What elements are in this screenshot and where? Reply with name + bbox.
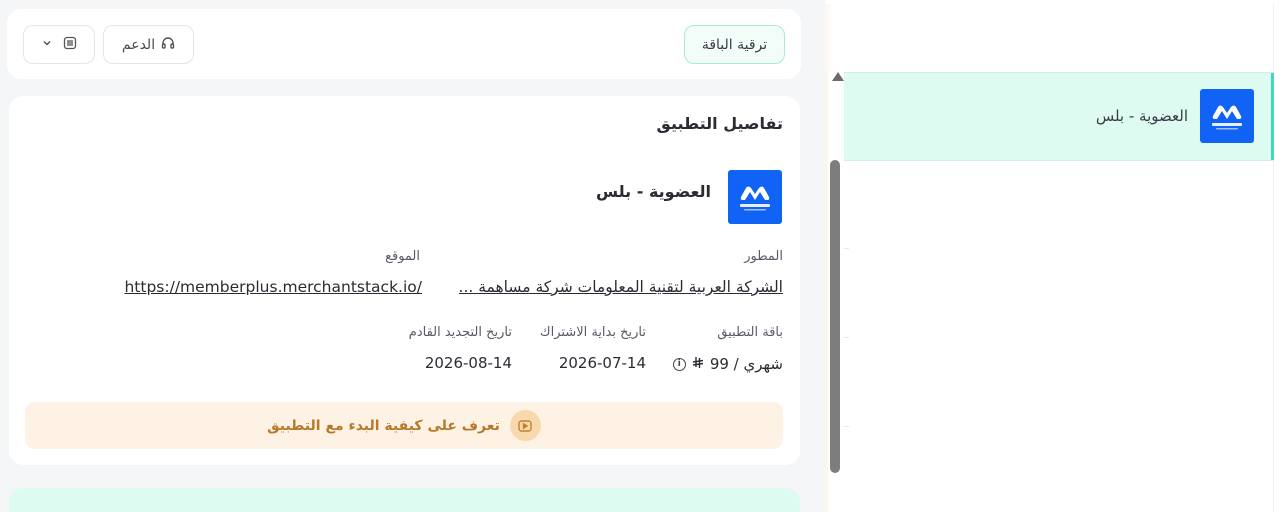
divider xyxy=(844,248,849,249)
member-plus-logo-icon xyxy=(728,170,782,224)
app-name: العضوية - بلس xyxy=(596,182,711,201)
sidebar-item-member-plus[interactable]: العضوية - بلس xyxy=(844,72,1274,161)
website-label: الموقع xyxy=(385,249,420,264)
support-button[interactable]: الدعم xyxy=(103,25,194,64)
top-toolbar: ترقية الباقة الدعم xyxy=(7,9,801,79)
play-video-icon xyxy=(509,410,541,441)
next-renewal-label: تاريخ التجديد القادم xyxy=(408,325,512,340)
developer-label: المطور xyxy=(744,249,783,264)
app-sidebar: العضوية - بلس xyxy=(825,0,1282,512)
subscription-start-date: 2026-07-14 xyxy=(558,354,646,372)
headset-icon xyxy=(161,36,175,54)
next-renewal-date: 2026-08-14 xyxy=(424,354,512,372)
sidebar-header xyxy=(833,4,1274,72)
website-link[interactable]: https://memberplus.merchantstack.io/ xyxy=(124,278,422,296)
riyal-currency-icon xyxy=(692,355,704,373)
apps-menu-dropdown[interactable] xyxy=(23,25,95,64)
info-icon[interactable]: i xyxy=(672,357,686,371)
getting-started-banner[interactable]: تعرف على كيفية البدء مع التطبيق xyxy=(25,402,783,449)
list-grid-icon xyxy=(63,36,77,54)
package-label: باقة التطبيق xyxy=(717,325,783,340)
scrollbar-thumb[interactable] xyxy=(830,160,840,473)
package-value: شهري / 99 i xyxy=(669,355,783,373)
member-plus-logo-icon xyxy=(1200,89,1254,143)
sidebar-list-area xyxy=(844,161,1274,512)
getting-started-label: تعرف على كيفية البدء مع التطبيق xyxy=(267,417,500,434)
developer-link[interactable]: الشركة العربية لتقنية المعلومات شركة مسا… xyxy=(459,278,783,296)
sidebar-edge xyxy=(825,4,833,72)
active-indicator xyxy=(1271,73,1274,160)
sidebar-scrollbar[interactable] xyxy=(828,72,844,512)
upgrade-plan-button[interactable]: ترقية الباقة xyxy=(684,25,785,64)
divider xyxy=(844,337,849,338)
next-section-card xyxy=(9,488,800,512)
divider xyxy=(844,426,849,427)
package-price: شهري / 99 xyxy=(709,355,783,373)
app-details-card: تفاصيل التطبيق العضوية - بلس المطور الشر… xyxy=(9,96,800,465)
sidebar-item-label: العضوية - بلس xyxy=(1095,107,1188,125)
chevron-down-icon xyxy=(41,37,53,53)
scroll-up-arrow-icon[interactable] xyxy=(832,72,844,81)
support-label: الدعم xyxy=(121,36,156,53)
card-title: تفاصيل التطبيق xyxy=(656,114,783,133)
subscription-start-label: تاريخ بداية الاشتراك xyxy=(539,325,646,340)
